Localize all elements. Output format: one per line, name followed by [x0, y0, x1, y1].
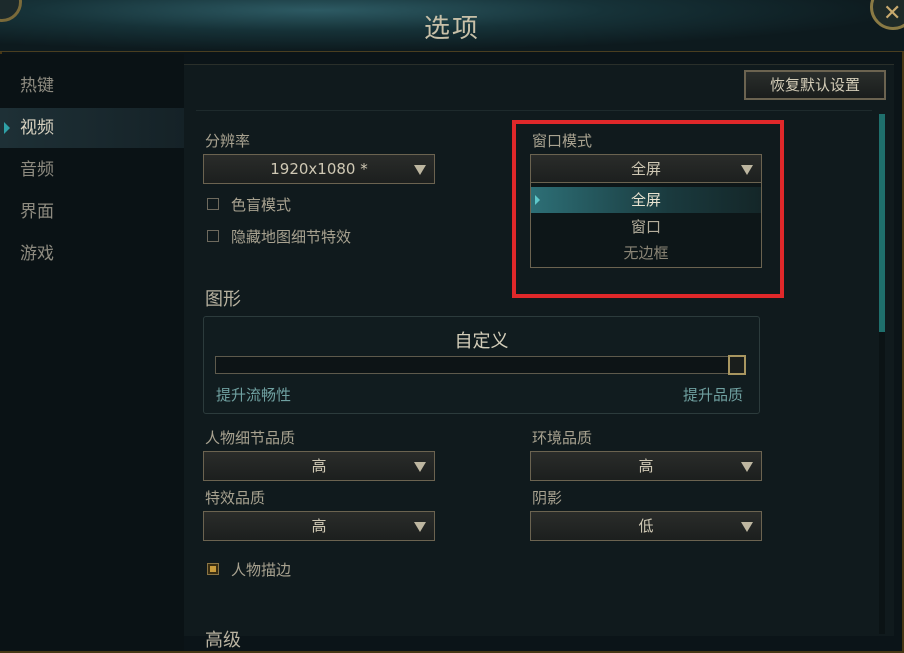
sidebar-item-game[interactable]: 游戏 — [0, 234, 184, 274]
chevron-down-icon — [741, 522, 753, 532]
resolution-select[interactable]: 1920x1080 * — [203, 154, 435, 184]
select-value: 高 — [638, 457, 654, 475]
sidebar-item-label: 音频 — [20, 160, 54, 180]
effects-quality-select[interactable]: 高 — [203, 511, 435, 541]
active-indicator-icon — [4, 122, 10, 134]
graphics-title: 图形 — [205, 289, 241, 310]
chevron-down-icon — [414, 462, 426, 472]
select-value: 高 — [311, 457, 327, 475]
hide-map-detail-checkbox[interactable] — [207, 230, 219, 242]
scrollbar-thumb[interactable] — [879, 114, 885, 332]
environment-quality-label: 环境品质 — [532, 429, 593, 447]
sidebar-item-label: 视频 — [20, 118, 54, 138]
colorblind-checkbox[interactable] — [207, 198, 219, 210]
highlight-box — [512, 120, 784, 298]
sidebar-item-video[interactable]: 视频 — [0, 108, 184, 148]
advanced-title: 高级 — [205, 630, 241, 651]
character-quality-label: 人物细节品质 — [205, 429, 296, 447]
slider-handle[interactable] — [728, 355, 746, 375]
sidebar-item-label: 热键 — [20, 76, 54, 96]
colorblind-label: 色盲模式 — [231, 196, 292, 214]
sidebar: 热键 视频 音频 界面 游戏 — [0, 54, 184, 651]
sidebar-item-interface[interactable]: 界面 — [0, 192, 184, 232]
reset-defaults-button[interactable]: 恢复默认设置 — [744, 70, 886, 100]
window-header: 选项 — [0, 0, 904, 52]
chevron-down-icon — [414, 522, 426, 532]
sidebar-item-label: 界面 — [20, 202, 54, 222]
window-title: 选项 — [423, 14, 480, 44]
sidebar-item-hotkeys[interactable]: 热键 — [0, 66, 184, 106]
chevron-down-icon — [414, 165, 426, 175]
select-value: 高 — [311, 517, 327, 535]
character-outline-label: 人物描边 — [231, 561, 292, 579]
slider-min-label: 提升流畅性 — [216, 386, 292, 404]
shadows-label: 阴影 — [532, 489, 563, 507]
shadows-select[interactable]: 低 — [530, 511, 762, 541]
resolution-label: 分辨率 — [205, 132, 251, 150]
close-icon: ✕ — [883, 1, 902, 26]
environment-quality-select[interactable]: 高 — [530, 451, 762, 481]
chevron-down-icon — [741, 462, 753, 472]
divider — [196, 110, 872, 111]
sidebar-item-audio[interactable]: 音频 — [0, 150, 184, 190]
select-value: 低 — [638, 517, 654, 535]
graphics-quality-slider[interactable] — [215, 356, 745, 374]
hide-map-detail-label: 隐藏地图细节特效 — [231, 228, 352, 246]
resolution-value: 1920x1080 * — [270, 160, 368, 178]
slider-max-label: 提升品质 — [683, 386, 744, 404]
graphics-preset-label: 自定义 — [454, 331, 509, 352]
sidebar-item-label: 游戏 — [20, 244, 54, 264]
effects-quality-label: 特效品质 — [205, 489, 266, 507]
character-quality-select[interactable]: 高 — [203, 451, 435, 481]
character-outline-checkbox[interactable] — [207, 563, 219, 575]
